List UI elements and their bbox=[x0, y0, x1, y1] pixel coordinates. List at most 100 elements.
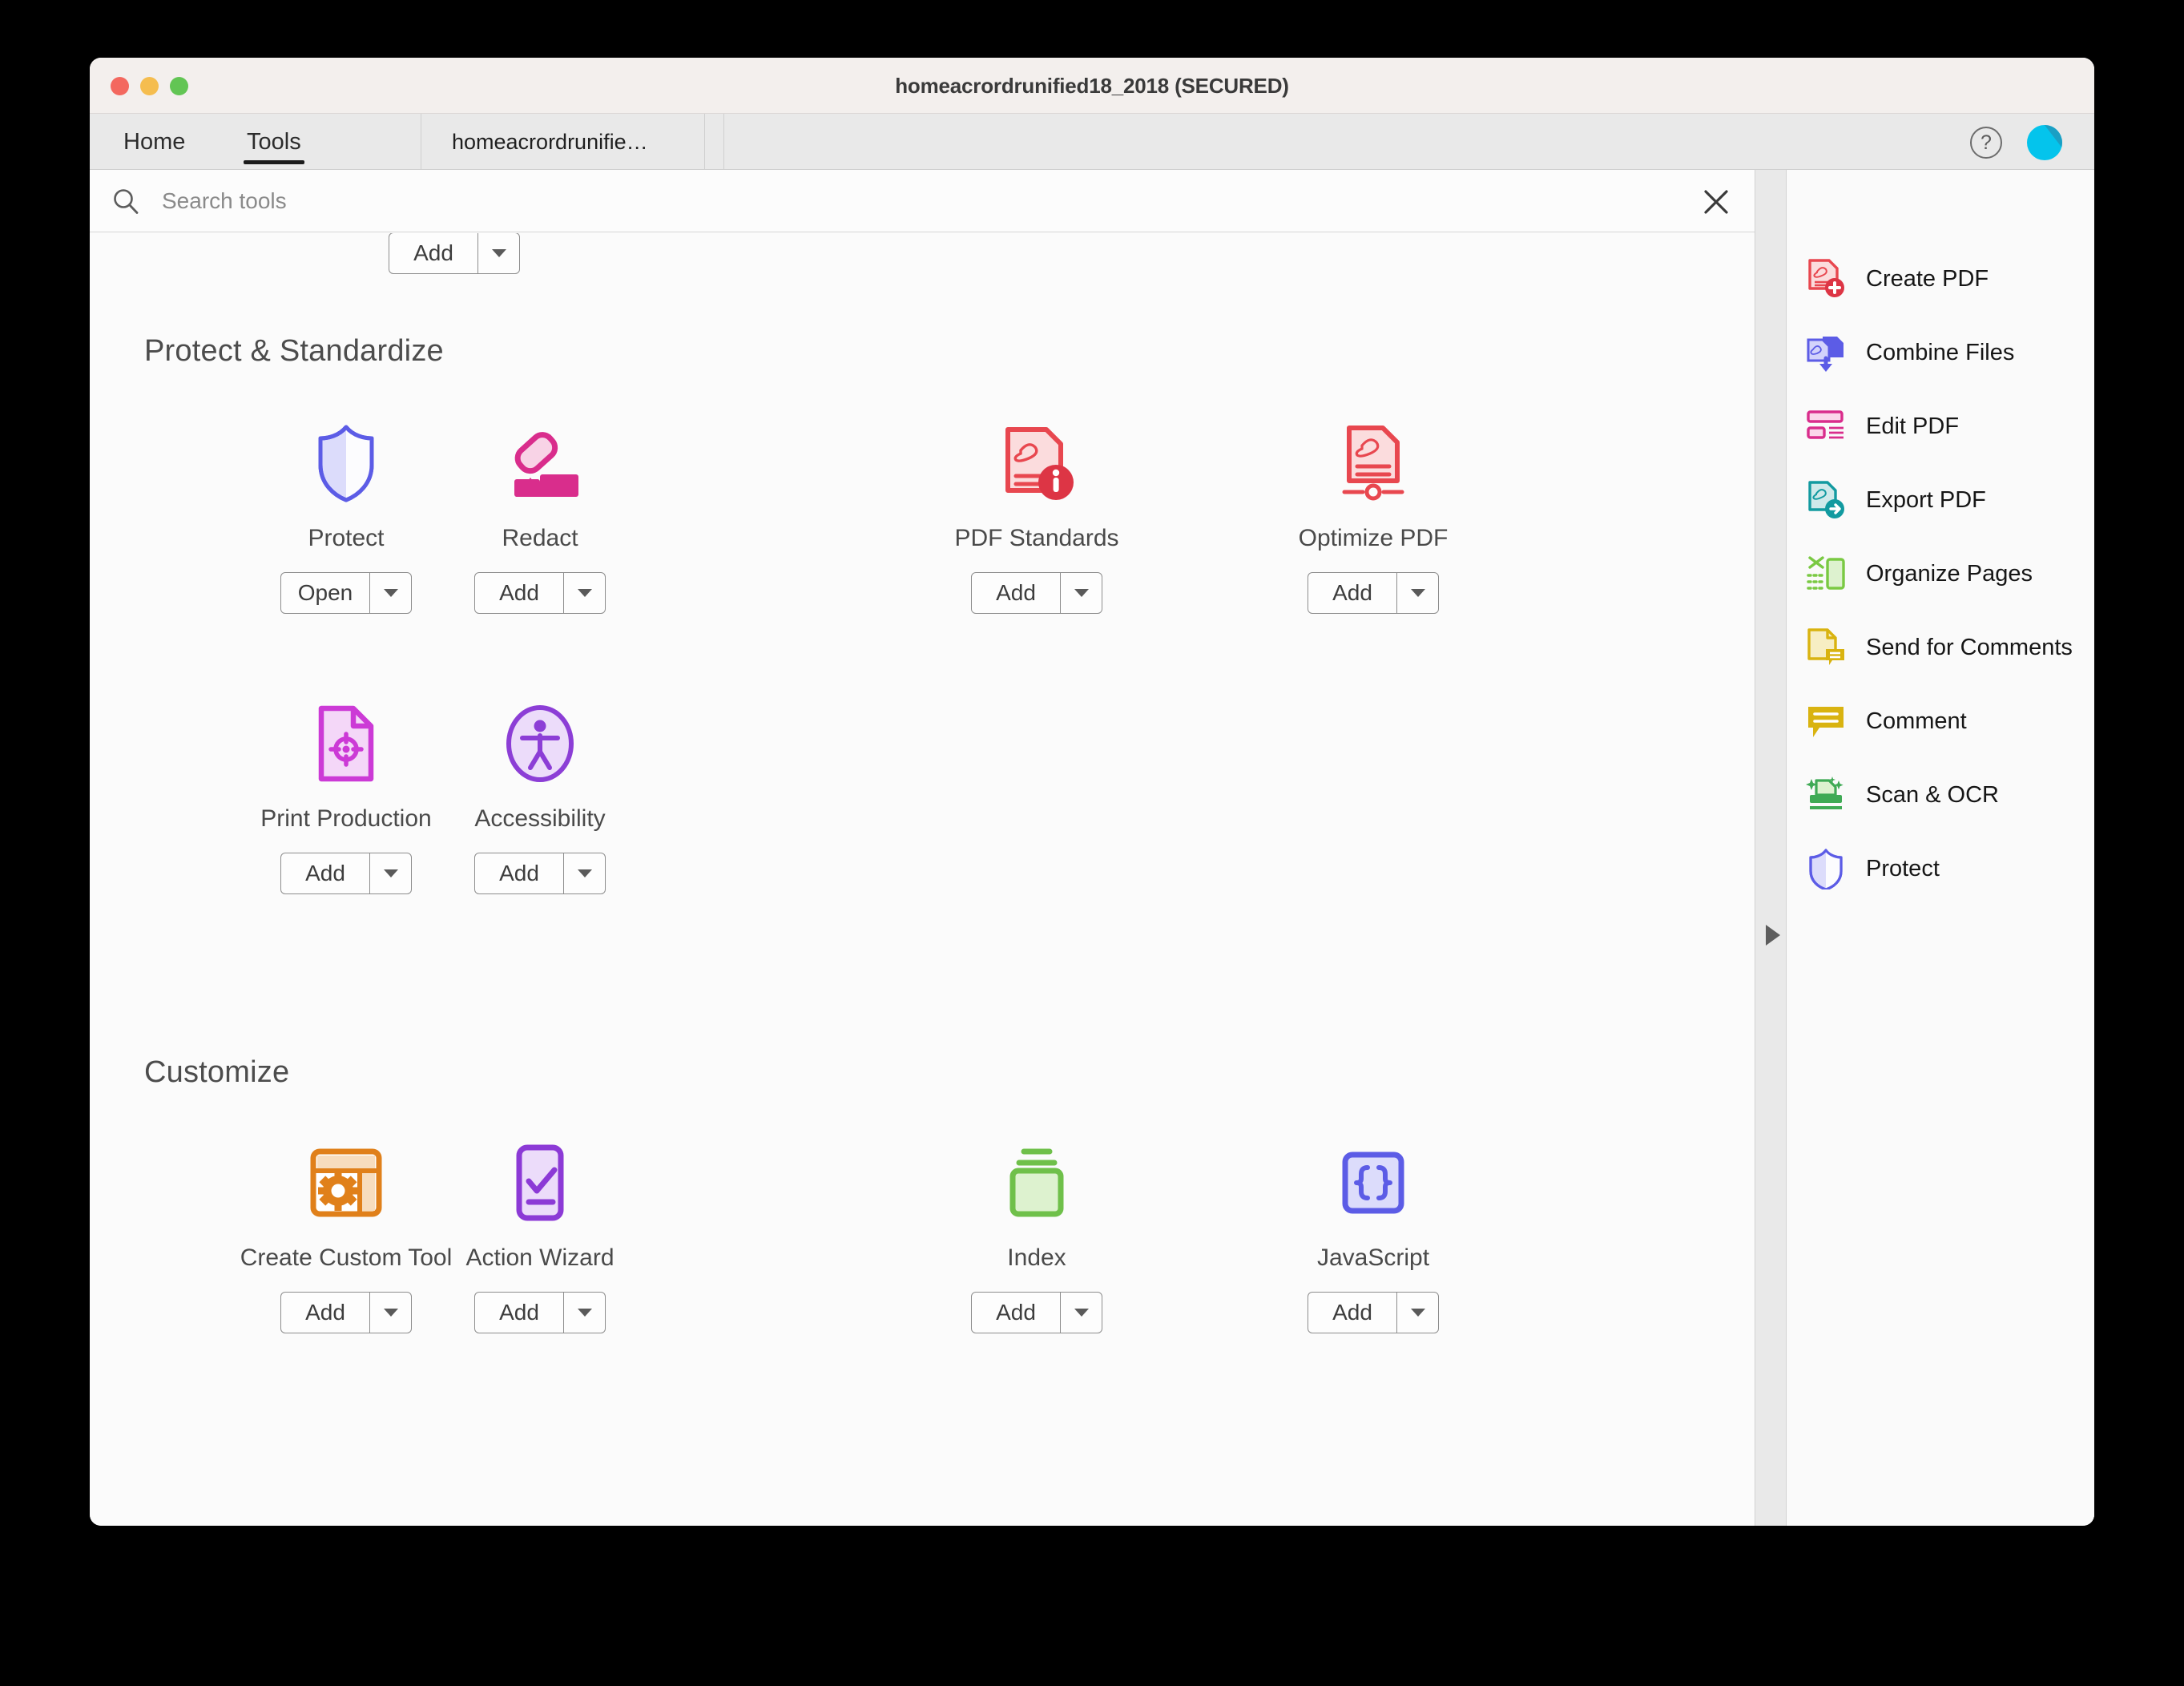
search-icon bbox=[114, 189, 139, 214]
add-button-label[interactable]: Add bbox=[972, 1293, 1060, 1333]
chevron-down-icon[interactable] bbox=[1060, 573, 1102, 613]
tool-label: Accessibility bbox=[474, 805, 606, 832]
add-button-label[interactable]: Add bbox=[1308, 573, 1396, 613]
edit-pdf-icon bbox=[1803, 404, 1848, 449]
tool-label: PDF Standards bbox=[954, 525, 1119, 551]
tab-document-label: homeacrordrunifie… bbox=[452, 129, 648, 154]
combine-files-icon bbox=[1803, 330, 1848, 375]
export-pdf-icon bbox=[1803, 478, 1848, 522]
tool-optimize-pdf[interactable]: Optimize PDF Add bbox=[1241, 419, 1505, 614]
panel-item-send-for-comments[interactable]: Send for Comments bbox=[1803, 619, 2084, 676]
section-title-protect-standardize: Protect & Standardize bbox=[144, 334, 444, 368]
highlighter-icon bbox=[408, 419, 672, 507]
add-split-button[interactable]: Add bbox=[971, 572, 1102, 614]
search-bar bbox=[90, 170, 1755, 232]
chevron-down-icon[interactable] bbox=[1396, 1293, 1438, 1333]
pdf-optimize-icon bbox=[1241, 419, 1505, 507]
add-button-label[interactable]: Add bbox=[475, 853, 563, 893]
panel-item-scan-ocr[interactable]: Scan & OCR bbox=[1803, 766, 2084, 824]
add-button-label[interactable]: Add bbox=[281, 853, 369, 893]
help-glyph: ? bbox=[1981, 131, 1992, 154]
panel-item-combine-files[interactable]: Combine Files bbox=[1803, 324, 2084, 381]
tool-javascript[interactable]: JavaScript Add bbox=[1241, 1139, 1505, 1333]
tool-action-wizard[interactable]: Action Wizard Add bbox=[408, 1139, 672, 1333]
add-split-button[interactable]: Add bbox=[280, 1292, 412, 1333]
panel-item-label: Combine Files bbox=[1866, 339, 2015, 365]
help-icon[interactable]: ? bbox=[1970, 127, 2002, 159]
add-split-button[interactable]: Add bbox=[1308, 1292, 1439, 1333]
panel-item-label: Scan & OCR bbox=[1866, 781, 1999, 808]
open-button-label[interactable]: Open bbox=[281, 573, 369, 613]
tool-pdf-standards[interactable]: PDF Standards Add bbox=[905, 419, 1169, 614]
tab-tools[interactable]: Tools bbox=[226, 114, 322, 170]
tool-label: Action Wizard bbox=[465, 1244, 615, 1271]
avatar[interactable] bbox=[2027, 125, 2062, 160]
panel-item-export-pdf[interactable]: Export PDF bbox=[1803, 471, 2084, 529]
panel-item-edit-pdf[interactable]: Edit PDF bbox=[1803, 397, 2084, 455]
tools-scroll-area[interactable]: Add Protect & Standardize Protect Open R… bbox=[90, 233, 1755, 1526]
tool-accessibility[interactable]: Accessibility Add bbox=[408, 700, 672, 894]
panel-item-organize-pages[interactable]: Organize Pages bbox=[1803, 545, 2084, 603]
create-pdf-icon bbox=[1803, 256, 1848, 301]
add-split-button[interactable]: Add bbox=[474, 572, 606, 614]
tool-label: JavaScript bbox=[1316, 1244, 1430, 1271]
panel-item-label: Protect bbox=[1866, 855, 1940, 881]
index-icon bbox=[905, 1139, 1169, 1227]
chevron-down-icon[interactable] bbox=[563, 853, 605, 893]
send-comments-icon bbox=[1803, 625, 1848, 670]
comment-icon bbox=[1803, 699, 1848, 744]
chevron-down-icon[interactable] bbox=[1396, 573, 1438, 613]
panel-item-comment[interactable]: Comment bbox=[1803, 692, 2084, 750]
pdf-info-icon bbox=[905, 419, 1169, 507]
open-split-button[interactable]: Open bbox=[280, 572, 412, 614]
tool-label: Optimize PDF bbox=[1298, 525, 1449, 551]
tab-tools-label: Tools bbox=[247, 128, 301, 155]
tab-document[interactable]: homeacrordrunifie… bbox=[421, 114, 705, 170]
add-button-label[interactable]: Add bbox=[389, 233, 477, 273]
panel-item-label: Export PDF bbox=[1866, 486, 1986, 513]
panel-item-protect[interactable]: Protect bbox=[1803, 840, 2084, 897]
title-bar: homeacrordrunified18_2018 (SECURED) bbox=[90, 58, 2094, 114]
add-split-button[interactable]: Add bbox=[971, 1292, 1102, 1333]
section-title-customize: Customize bbox=[144, 1055, 290, 1089]
tab-home-label: Home bbox=[123, 128, 186, 155]
tab-active-underline bbox=[244, 160, 304, 164]
chevron-down-icon[interactable] bbox=[477, 233, 519, 273]
tool-label: Redact bbox=[502, 525, 578, 551]
add-button-label[interactable]: Add bbox=[475, 1293, 563, 1333]
add-button-label[interactable]: Add bbox=[1308, 1293, 1396, 1333]
panel-item-label: Edit PDF bbox=[1866, 413, 1960, 439]
add-split-button[interactable]: Add bbox=[1308, 572, 1439, 614]
add-button-label[interactable]: Add bbox=[972, 573, 1060, 613]
add-split-button[interactable]: Add bbox=[389, 233, 520, 274]
add-button-label[interactable]: Add bbox=[281, 1293, 369, 1333]
panel-item-label: Create PDF bbox=[1866, 265, 1989, 292]
add-button-label[interactable]: Add bbox=[475, 573, 563, 613]
panel-divider[interactable] bbox=[1755, 170, 1787, 1526]
tool-index[interactable]: Index Add bbox=[905, 1139, 1169, 1333]
action-wizard-icon bbox=[408, 1139, 672, 1227]
close-icon[interactable] bbox=[1702, 188, 1731, 216]
tool-label: Index bbox=[1007, 1244, 1066, 1271]
tool-redact[interactable]: Redact Add bbox=[408, 419, 672, 614]
add-split-button[interactable]: Add bbox=[474, 853, 606, 894]
panel-item-create-pdf[interactable]: Create PDF bbox=[1803, 250, 2084, 308]
panel-expand-arrow-icon[interactable] bbox=[1766, 925, 1780, 946]
add-split-button[interactable]: Add bbox=[280, 853, 412, 894]
tab-bar-spacer bbox=[705, 114, 724, 170]
chevron-down-icon[interactable] bbox=[563, 573, 605, 613]
scan-ocr-icon bbox=[1803, 772, 1848, 817]
partial-tool-add-control: Add bbox=[389, 233, 520, 274]
shield-icon bbox=[1803, 846, 1848, 891]
search-input[interactable] bbox=[162, 170, 1604, 232]
tab-home[interactable]: Home bbox=[103, 114, 206, 170]
chevron-down-icon[interactable] bbox=[1060, 1293, 1102, 1333]
add-split-button[interactable]: Add bbox=[474, 1292, 606, 1333]
chevron-down-icon[interactable] bbox=[369, 573, 411, 613]
chevron-down-icon[interactable] bbox=[563, 1293, 605, 1333]
acrobat-window: homeacrordrunified18_2018 (SECURED) Home… bbox=[90, 58, 2094, 1526]
right-tools-panel: Create PDF Combine Files Edit PDF Export… bbox=[1787, 170, 2094, 1526]
chevron-down-icon[interactable] bbox=[369, 853, 411, 893]
window-title: homeacrordrunified18_2018 (SECURED) bbox=[895, 74, 1289, 98]
chevron-down-icon[interactable] bbox=[369, 1293, 411, 1333]
